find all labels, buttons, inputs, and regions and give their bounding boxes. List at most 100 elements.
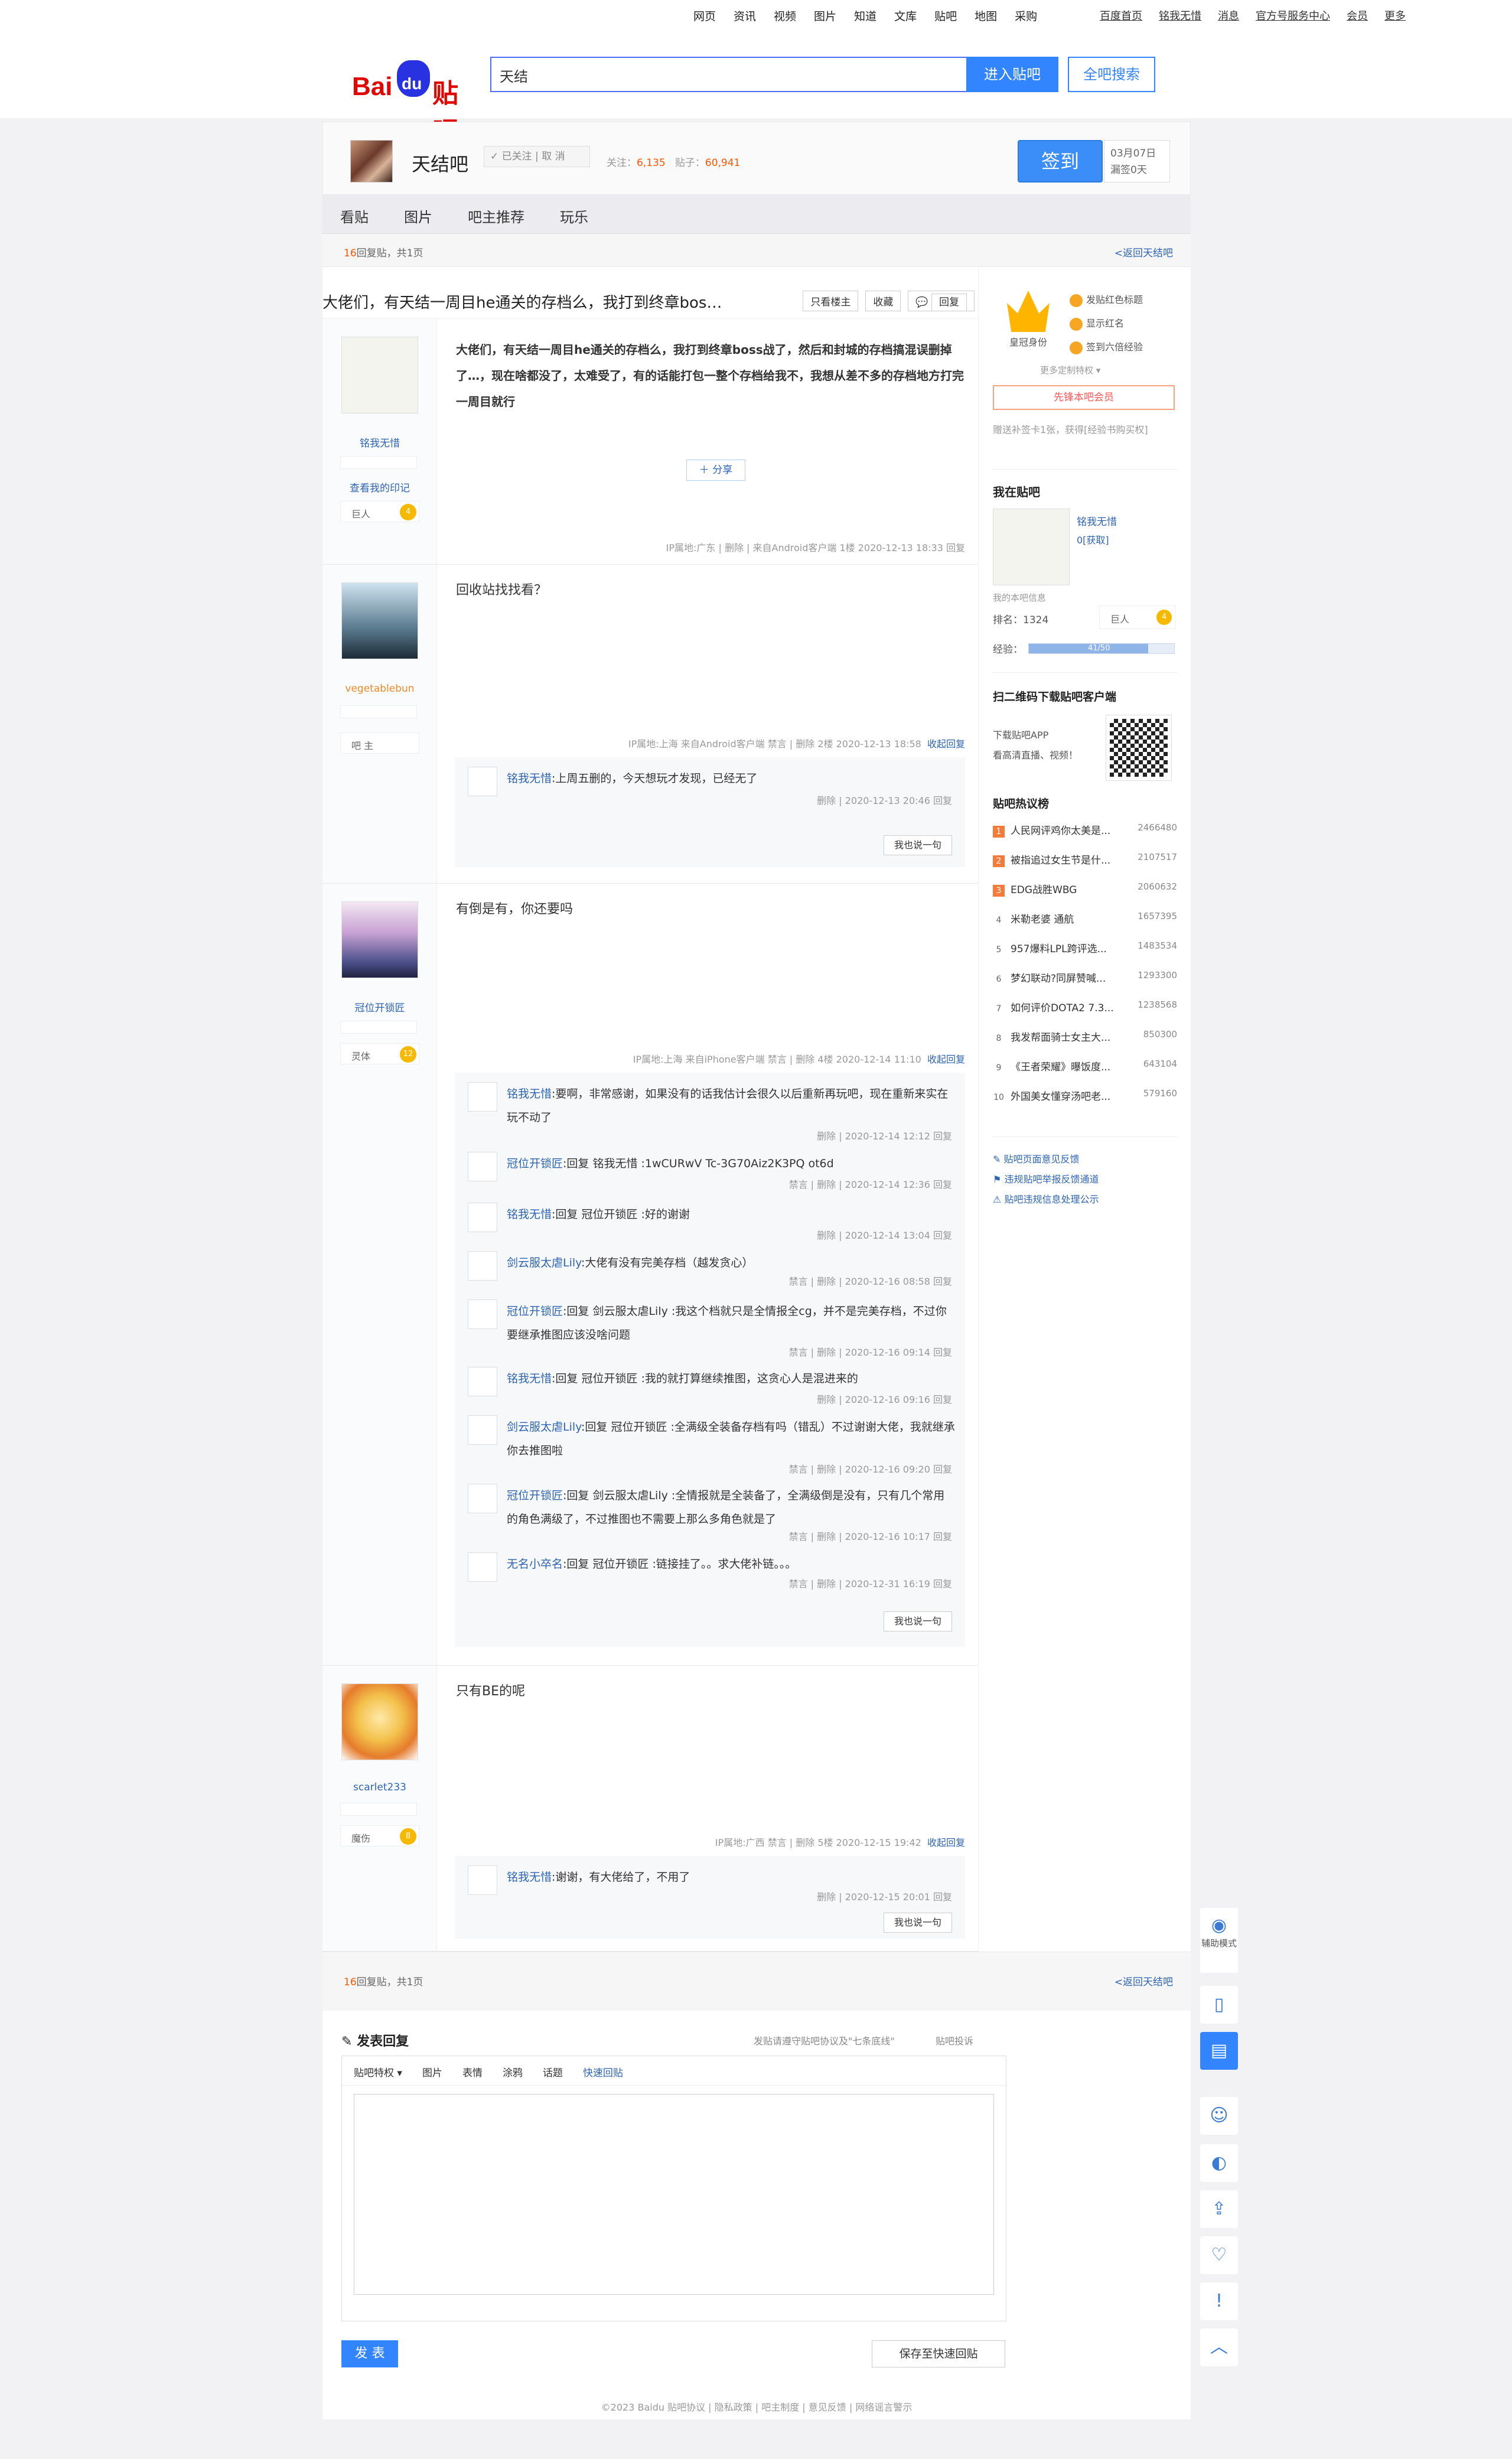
link-user[interactable]: 铭我无惜 — [1159, 8, 1201, 23]
back-to-top-icon[interactable]: ︿ — [1200, 2328, 1238, 2366]
quick-reply-tool[interactable]: 快速回贴 — [583, 2064, 623, 2079]
hot-item[interactable]: 10 外国美女懂穿汤吧老... 579160 — [993, 1088, 1177, 1103]
editor-toolbar: 贴吧特权 ▾ 图片 表情 涂鸦 话题 快速回贴 — [342, 2056, 1007, 2086]
collapse-replies-link[interactable]: 收起回复 — [927, 1054, 965, 1065]
vip-button[interactable]: 先锋本吧会员 — [993, 385, 1175, 410]
report-icon[interactable]: ! — [1200, 2282, 1238, 2320]
save-quick-reply-button[interactable]: 保存至快速回贴 — [872, 2340, 1005, 2367]
enter-forum-button[interactable]: 进入贴吧 — [966, 57, 1058, 92]
heart-icon[interactable]: ♡ — [1200, 2236, 1238, 2274]
username[interactable]: vegetablebun — [322, 683, 437, 695]
nav-zhidao[interactable]: 知道 — [854, 8, 876, 24]
only-op-button[interactable]: 只看楼主 — [803, 291, 859, 311]
back-to-forum-link[interactable]: <返回天结吧 — [1115, 245, 1173, 259]
report-link[interactable]: ⚑ 违规贴吧举报反馈通道 — [993, 1171, 1099, 1185]
complain-link[interactable]: 贴吧投诉 — [936, 2033, 973, 2047]
search-all-button[interactable]: 全吧搜索 — [1068, 57, 1155, 92]
nav-image[interactable]: 图片 — [814, 8, 836, 24]
nav-caigou[interactable]: 采购 — [1015, 8, 1037, 24]
post-button[interactable]: 发 表 — [341, 2340, 398, 2367]
forum-header: 天结吧 ✓ 已关注 | 取 消 关注：6,135 贴子：60,941 签到 03… — [322, 122, 1191, 195]
nav-wenku[interactable]: 文库 — [894, 8, 917, 24]
avatar[interactable] — [341, 582, 418, 659]
tab-recommended[interactable]: 吧主推荐 — [450, 195, 542, 233]
hot-item[interactable]: 1 人民网评鸡你太美是... 2466480 — [993, 822, 1177, 838]
game-icon[interactable]: ◐ — [1200, 2144, 1238, 2182]
avatar[interactable] — [341, 1683, 418, 1760]
level-badge: 吧 主 — [340, 732, 419, 754]
doodle-tool[interactable]: 涂鸦 — [503, 2064, 523, 2079]
user-badges — [340, 456, 417, 469]
forum-avatar[interactable] — [350, 140, 393, 183]
link-baidu-home[interactable]: 百度首页 — [1100, 8, 1142, 23]
collapse-replies-link[interactable]: 收起回复 — [927, 1837, 965, 1848]
reply-textarea[interactable] — [354, 2094, 994, 2295]
level-badge: 魔伤 8 — [340, 1825, 419, 1846]
avatar[interactable] — [341, 901, 418, 978]
say-something-button[interactable]: 我也说一句 — [884, 835, 952, 855]
share-button[interactable]: ＋ 分享 — [686, 460, 745, 481]
hot-item[interactable]: 7 如何评价DOTA2 7.3... 1238568 — [993, 999, 1177, 1015]
say-something-button[interactable]: 我也说一句 — [884, 1913, 952, 1933]
nav-news[interactable]: 资讯 — [734, 8, 756, 24]
reply-item: 剑云服太虐Lily:大佬有没有完美存档（越发贪心） 禁言 | 删除 | 2020-… — [468, 1249, 952, 1296]
reply-item: 冠位开锁匠:回复 剑云服太虐Lily :我这个档就只是全情报全cg，并不是完美存… — [468, 1297, 952, 1362]
link-service-center[interactable]: 官方号服务中心 — [1256, 8, 1330, 23]
collect-button[interactable]: 收藏 — [865, 291, 901, 311]
reply-button[interactable]: 💬 回复 — [908, 291, 975, 311]
link-more[interactable]: 更多 — [1384, 8, 1406, 23]
privilege-menu[interactable]: 贴吧特权 ▾ — [354, 2064, 402, 2079]
hot-item[interactable]: 8 我发帮面骑士女主大... 850300 — [993, 1029, 1177, 1044]
image-tool[interactable]: 图片 — [422, 2064, 442, 2079]
diary-link[interactable]: 查看我的印记 — [322, 480, 437, 494]
nav-video[interactable]: 视频 — [774, 8, 796, 24]
hot-item[interactable]: 4 米勒老婆 通航 1657395 — [993, 911, 1177, 926]
hot-item[interactable]: 6 梦幻联动?同屏赞喊... 1293300 — [993, 970, 1177, 985]
reply-avatar[interactable] — [468, 767, 497, 796]
comment-icon[interactable]: ▤ — [1200, 2032, 1238, 2070]
avatar[interactable] — [341, 337, 418, 413]
tab-posts[interactable]: 看贴 — [322, 195, 386, 233]
more-privileges[interactable]: 更多定制特权 ▾ — [1040, 364, 1100, 376]
collapse-replies-link[interactable]: 收起回复 — [927, 738, 965, 750]
say-something-button[interactable]: 我也说一句 — [884, 1611, 952, 1631]
reply-item: 冠位开锁匠:回复 剑云服太虐Lily :全情报就是全装备了，全满级倒是没有，只有… — [468, 1481, 952, 1548]
unfollow-button[interactable]: 取 消 — [542, 151, 565, 162]
tab-play[interactable]: 玩乐 — [542, 195, 606, 233]
hot-topics: 贴吧热议榜 1 人民网评鸡你太美是... 2466480 2 被指追过女生节是什...… — [993, 797, 1177, 1103]
thread-title-bar: 大佬们，有天结一周目he通关的存档么，我打到终章bos… 只看楼主 收藏 💬 回… — [322, 285, 978, 319]
user-badges — [340, 705, 417, 718]
level-badge: 灵体 12 — [340, 1043, 419, 1064]
back-to-forum-link[interactable]: <返回天结吧 — [1115, 1973, 1173, 1988]
sign-in-button[interactable]: 签到 — [1018, 140, 1103, 183]
hot-item[interactable]: 3 EDG战胜WBG 2060632 — [993, 881, 1177, 897]
assist-mode-button[interactable]: ◉ 辅助模式 — [1200, 1908, 1238, 1973]
topic-tool[interactable]: 话题 — [543, 2064, 563, 2079]
share-icon[interactable]: ⇪ — [1200, 2190, 1238, 2228]
feedback-link[interactable]: ✎ 贴吧页面意见反馈 — [993, 1151, 1080, 1165]
violation-link[interactable]: ⚠ 贴吧违规信息处理公示 — [993, 1191, 1099, 1206]
nav-tieba[interactable]: 贴吧 — [934, 8, 957, 24]
rule-link[interactable]: 发贴请遵守贴吧协议及"七条底线" — [754, 2033, 895, 2047]
top-bar: 网页 资讯 视频 图片 知道 文库 贴吧 地图 采购 百度首页 铭我无惜 消息 … — [0, 0, 1512, 30]
nav-web[interactable]: 网页 — [693, 8, 716, 24]
emoji-tool[interactable]: 表情 — [462, 2064, 483, 2079]
hot-item[interactable]: 5 957爆料LPL跨评选... 1483534 — [993, 940, 1177, 956]
baidu-tieba-logo[interactable]: Bai du 贴吧 — [352, 52, 476, 146]
username[interactable]: 冠位开锁匠 — [322, 999, 437, 1014]
search-input[interactable]: 天结 — [490, 57, 966, 92]
hot-item[interactable]: 9 《王者荣耀》曝饭度... 643104 — [993, 1058, 1177, 1074]
forum-name[interactable]: 天结吧 — [412, 149, 468, 177]
link-vip[interactable]: 会员 — [1347, 8, 1368, 23]
phone-icon[interactable]: ▯ — [1200, 1986, 1238, 2024]
tab-images[interactable]: 图片 — [386, 195, 450, 233]
username[interactable]: scarlet233 — [322, 1781, 437, 1793]
follow-status[interactable]: ✓ 已关注 | 取 消 — [484, 146, 590, 167]
mascot-icon[interactable]: ☺ — [1200, 2097, 1238, 2135]
my-avatar[interactable] — [993, 509, 1070, 585]
reply-section: ✎ 发表回复 发贴请遵守贴吧协议及"七条底线" 贴吧投诉 贴吧特权 ▾ 图片 表… — [322, 2031, 1191, 2321]
hot-item[interactable]: 2 被指追过女生节是什... 2107517 — [993, 852, 1177, 867]
link-messages[interactable]: 消息 — [1218, 8, 1239, 23]
nav-map[interactable]: 地图 — [975, 8, 997, 24]
username[interactable]: 铭我无惜 — [322, 435, 437, 450]
